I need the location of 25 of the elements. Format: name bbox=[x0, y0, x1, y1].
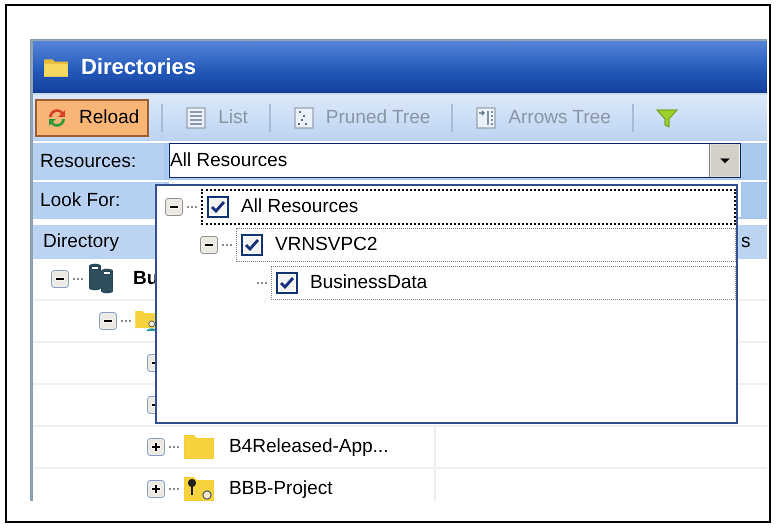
expander-icon[interactable] bbox=[200, 236, 218, 254]
expander-icon[interactable] bbox=[51, 270, 69, 288]
arrow-tree-icon bbox=[474, 106, 498, 130]
list-icon bbox=[184, 106, 208, 130]
resource-tree-item[interactable]: All Resources bbox=[201, 188, 736, 224]
reload-button[interactable]: Reload bbox=[35, 99, 150, 137]
dropdown-arrow-icon[interactable] bbox=[709, 144, 740, 177]
dotted-tree-icon bbox=[292, 106, 316, 130]
checkbox[interactable] bbox=[207, 196, 229, 218]
expander-icon[interactable] bbox=[147, 438, 165, 456]
expander-icon[interactable] bbox=[165, 198, 183, 216]
window-title: Directories bbox=[81, 54, 196, 80]
resource-tree-item[interactable]: BusinessData bbox=[271, 266, 736, 300]
filter-label: Look For: bbox=[33, 182, 164, 219]
checkbox[interactable] bbox=[276, 272, 298, 294]
expander-icon[interactable] bbox=[99, 312, 117, 330]
resource-tree-item[interactable]: VRNSVPC2 bbox=[236, 228, 736, 262]
directory-name[interactable]: BBB-Project bbox=[229, 478, 332, 500]
resources-dropdown[interactable]: All Resources bbox=[169, 143, 741, 178]
column-header[interactable]: s bbox=[741, 231, 750, 253]
filter-label: Resources: bbox=[33, 143, 164, 180]
directory-name[interactable]: B4Released-App... bbox=[229, 436, 388, 458]
expander-icon[interactable] bbox=[147, 480, 165, 498]
checkbox[interactable] bbox=[241, 234, 263, 256]
user-folder-icon bbox=[135, 311, 157, 331]
